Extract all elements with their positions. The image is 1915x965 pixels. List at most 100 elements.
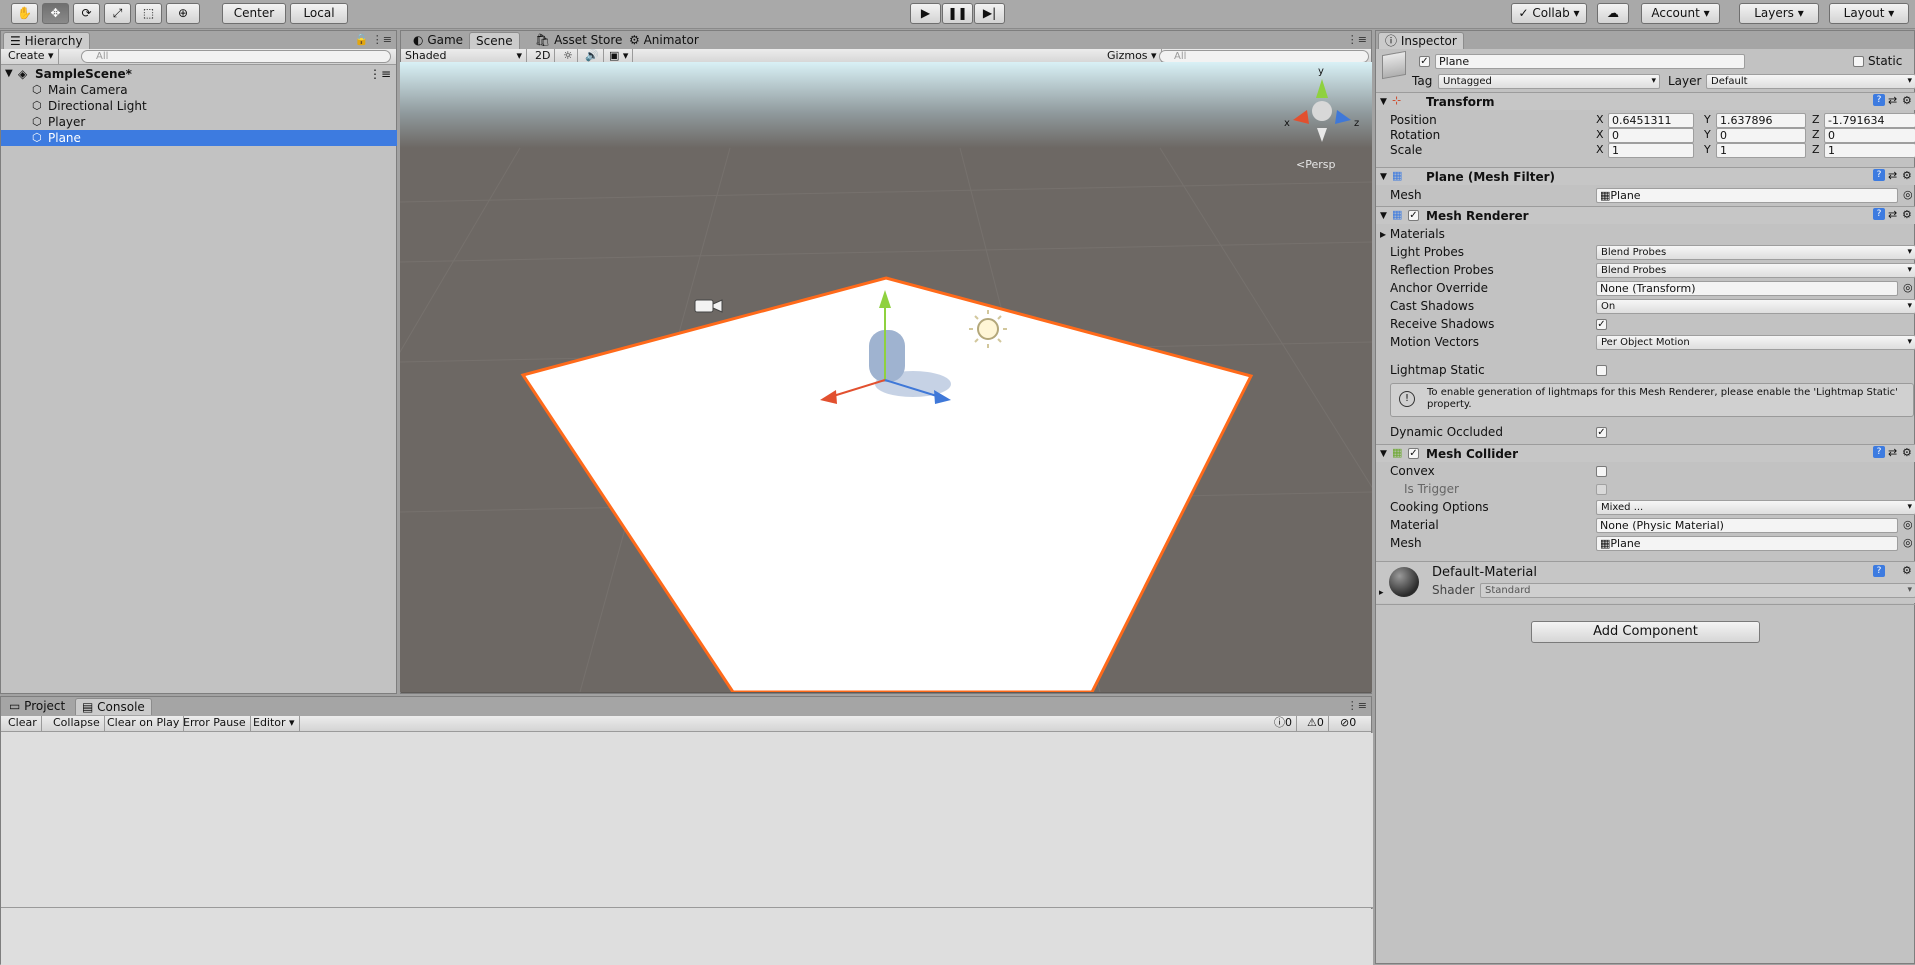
rotation-x-axis-label[interactable]: X [1596, 127, 1604, 143]
convex-checkbox[interactable] [1596, 466, 1607, 477]
tab-project[interactable]: ▭ Project [3, 698, 71, 715]
layers-dropdown[interactable]: Layers ▾ [1739, 3, 1819, 24]
hand-tool-button[interactable]: ✋ [11, 3, 38, 24]
rotation-y-axis-label[interactable]: Y [1704, 127, 1711, 143]
object-picker-icon[interactable]: ◎ [1903, 536, 1913, 550]
position-z-field[interactable]: -1.791634 [1824, 113, 1915, 128]
receive-shadows-checkbox[interactable]: ✓ [1596, 319, 1607, 330]
step-button[interactable]: ▶| [974, 3, 1005, 24]
scale-z-field[interactable]: 1 [1824, 143, 1915, 158]
scale-tool-button[interactable]: ⤢ [104, 3, 131, 24]
tab-console[interactable]: ▤ Console [75, 698, 152, 715]
scale-y-axis-label[interactable]: Y [1704, 142, 1711, 158]
mesh-collider-enabled-checkbox[interactable]: ✓ [1408, 448, 1419, 459]
rect-tool-button[interactable]: ⬚ [135, 3, 162, 24]
anchor-override-field[interactable]: None (Transform) [1596, 281, 1898, 296]
tab-hierarchy[interactable]: ☰ Hierarchy [3, 32, 90, 49]
scale-z-axis-label[interactable]: Z [1812, 142, 1820, 158]
warning-filter-toggle[interactable]: ⚠0 [1303, 716, 1329, 731]
collapse-button[interactable]: Collapse [49, 716, 105, 731]
physic-material-field[interactable]: None (Physic Material) [1596, 518, 1898, 533]
transform-tool-button[interactable]: ⊕ [166, 3, 200, 24]
move-tool-button[interactable]: ✥ [42, 3, 69, 24]
rotate-tool-button[interactable]: ⟳ [73, 3, 100, 24]
foldout-arrow-icon[interactable]: ▸ [1379, 588, 1384, 598]
dynamic-occluded-checkbox[interactable]: ✓ [1596, 427, 1607, 438]
console-log-list[interactable] [1, 733, 1373, 908]
foldout-arrow-icon[interactable]: ▼ [1380, 170, 1387, 184]
collab-dropdown[interactable]: ✓ Collab ▾ [1511, 3, 1587, 24]
scene-root-row[interactable]: ▼ ◈ SampleScene* ⋮≡ [1, 66, 397, 82]
gear-icon[interactable]: ⚙ [1902, 564, 1912, 578]
tab-inspector[interactable]: ⓘ Inspector [1378, 32, 1464, 49]
rotation-x-field[interactable]: 0 [1608, 128, 1694, 143]
scale-x-field[interactable]: 1 [1608, 143, 1694, 158]
mesh-renderer-header[interactable]: ▼ ▦ ✓ Mesh Renderer ? ⇄ ⚙ [1376, 206, 1915, 224]
cast-shadows-dropdown[interactable]: On [1596, 299, 1915, 314]
materials-foldout[interactable]: ▸ Materials [1380, 226, 1445, 242]
object-picker-icon[interactable]: ◎ [1903, 188, 1913, 202]
position-z-axis-label[interactable]: Z [1812, 112, 1820, 128]
hierarchy-item[interactable]: ⬡ Directional Light [1, 98, 397, 114]
camera-gizmo-icon[interactable] [694, 299, 723, 313]
play-button[interactable]: ▶ [910, 3, 941, 24]
hierarchy-search-input[interactable]: All [81, 50, 391, 63]
shader-dropdown[interactable]: Standard [1480, 583, 1915, 598]
cooking-options-dropdown[interactable]: Mixed ... [1596, 500, 1915, 515]
editor-dropdown[interactable]: Editor ▾ [249, 716, 300, 731]
motion-vectors-dropdown[interactable]: Per Object Motion [1596, 335, 1915, 350]
tab-scene[interactable]: Scene [469, 32, 520, 49]
preset-icon[interactable]: ⇄ [1888, 208, 1897, 222]
preset-icon[interactable]: ⇄ [1888, 169, 1897, 183]
reflection-probes-dropdown[interactable]: Blend Probes [1596, 263, 1915, 278]
help-icon[interactable]: ? [1873, 208, 1885, 220]
gear-icon[interactable]: ⚙ [1902, 169, 1912, 183]
object-picker-icon[interactable]: ◎ [1903, 281, 1913, 295]
mesh-field[interactable]: ▦Plane [1596, 188, 1898, 203]
pivot-center-button[interactable]: Center [222, 3, 286, 24]
preset-icon[interactable]: ⇄ [1888, 446, 1897, 460]
error-filter-toggle[interactable]: ⊘0 [1336, 716, 1360, 731]
add-component-button[interactable]: Add Component [1531, 621, 1760, 643]
hierarchy-item[interactable]: ⬡ Player [1, 114, 397, 130]
player-object[interactable] [869, 330, 905, 382]
help-icon[interactable]: ? [1873, 446, 1885, 458]
position-y-axis-label[interactable]: Y [1704, 112, 1711, 128]
gear-icon[interactable]: ⚙ [1902, 208, 1912, 222]
clear-button[interactable]: Clear [4, 716, 42, 731]
panel-menu-icon[interactable]: 🔒 ⋮≡ [355, 33, 392, 46]
create-dropdown[interactable]: Create ▾ [4, 49, 59, 64]
static-checkbox[interactable] [1853, 56, 1864, 67]
expand-arrow-icon[interactable]: ▼ [5, 66, 13, 82]
hierarchy-item[interactable]: ⬡ Main Camera [1, 82, 397, 98]
preset-icon[interactable]: ⇄ [1888, 94, 1897, 108]
scene-panel-menu-icon[interactable]: ⋮≡ [1347, 33, 1367, 46]
gear-icon[interactable]: ⚙ [1902, 446, 1912, 460]
scene-viewport[interactable]: y x z <Persp [400, 62, 1372, 692]
position-x-field[interactable]: 0.6451311 [1608, 113, 1694, 128]
transform-header[interactable]: ▼ ⊹ Transform ? ⇄ ⚙ [1376, 92, 1915, 110]
mesh-filter-header[interactable]: ▼ ▦ Plane (Mesh Filter) ? ⇄ ⚙ [1376, 167, 1915, 185]
rotation-y-field[interactable]: 0 [1716, 128, 1806, 143]
tab-asset-store[interactable]: 🛍 Asset Store [529, 32, 628, 49]
collider-mesh-field[interactable]: ▦Plane [1596, 536, 1898, 551]
layout-dropdown[interactable]: Layout ▾ [1829, 3, 1909, 24]
foldout-arrow-icon[interactable]: ▼ [1380, 95, 1387, 109]
layer-dropdown[interactable]: Default [1706, 74, 1915, 89]
position-x-axis-label[interactable]: X [1596, 112, 1604, 128]
lightmap-static-checkbox[interactable] [1596, 365, 1607, 376]
mesh-renderer-enabled-checkbox[interactable]: ✓ [1408, 210, 1419, 221]
gear-icon[interactable]: ⚙ [1902, 94, 1912, 108]
hierarchy-item[interactable]: ⬡ Plane [1, 130, 397, 146]
projection-toggle[interactable]: <Persp [1296, 158, 1335, 171]
console-detail-area[interactable] [1, 909, 1373, 965]
pivot-local-button[interactable]: Local [290, 3, 348, 24]
help-icon[interactable]: ? [1873, 94, 1885, 106]
rotation-z-field[interactable]: 0 [1824, 128, 1915, 143]
help-icon[interactable]: ? [1873, 565, 1885, 577]
object-picker-icon[interactable]: ◎ [1903, 518, 1913, 532]
scale-y-field[interactable]: 1 [1716, 143, 1806, 158]
rotation-z-axis-label[interactable]: Z [1812, 127, 1820, 143]
foldout-arrow-icon[interactable]: ▼ [1380, 209, 1387, 223]
help-icon[interactable]: ? [1873, 169, 1885, 181]
